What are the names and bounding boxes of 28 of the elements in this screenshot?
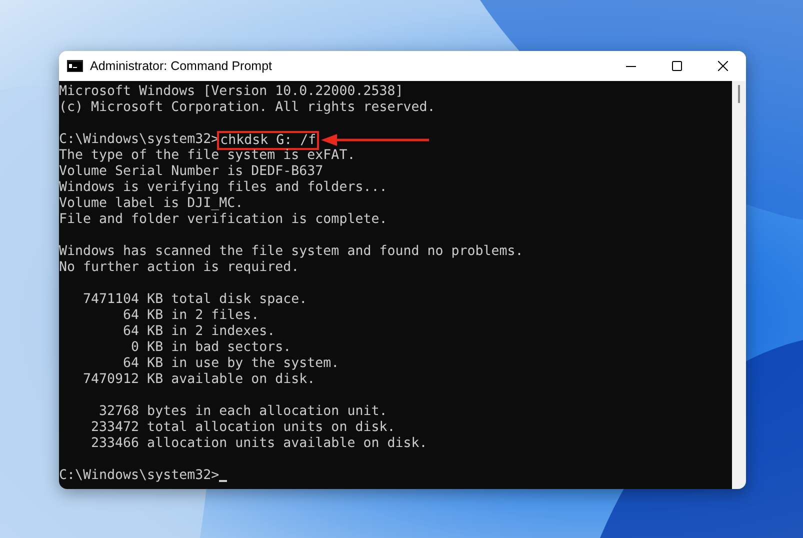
console-line: 233466 allocation units available on disk. [90, 436, 428, 452]
console-line: Volume Serial Number is DEDF-B637 [59, 164, 324, 180]
console-line: The type of the file system is exFAT. [59, 148, 356, 164]
console-line: 233472 total allocation units on disk. [90, 420, 396, 436]
close-icon [718, 61, 728, 71]
console-line: Microsoft Windows [Version 10.0.22000.2538] [59, 84, 404, 100]
console-line: File and folder verification is complete. [59, 212, 388, 228]
console-line: (c) Microsoft Corporation. All rights reserved. [59, 100, 436, 116]
prompt-text: C:\Windows\system32> [59, 468, 220, 484]
console-line: 64 KB in 2 files. [122, 308, 260, 324]
maximize-icon [672, 61, 682, 71]
text-cursor [219, 480, 228, 482]
console-line: 7471104 KB total disk space. [82, 292, 308, 308]
prompt-text: C:\Windows\system32> [59, 132, 220, 148]
console-line: No further action is required. [59, 260, 300, 276]
console-line: 32768 bytes in each allocation unit. [98, 404, 388, 420]
console-line: Windows is verifying files and folders... [59, 180, 388, 196]
console-line: Windows has scanned the file system and found no problems. [59, 244, 524, 260]
console-line: 0 KB in bad sectors. [130, 340, 292, 356]
console-line: 7470912 KB available on disk. [82, 372, 316, 388]
scrollbar[interactable] [732, 81, 746, 489]
console-line: 64 KB in use by the system. [122, 356, 340, 372]
highlighted-command: chkdsk G: /f [219, 132, 318, 148]
window-title: Administrator: Command Prompt [90, 59, 274, 73]
command-prompt-icon [67, 60, 83, 72]
scroll-thumb[interactable] [738, 85, 740, 103]
console-line: 64 KB in 2 indexes. [122, 324, 276, 340]
console-line: Volume label is DJI_MC. [59, 196, 244, 212]
